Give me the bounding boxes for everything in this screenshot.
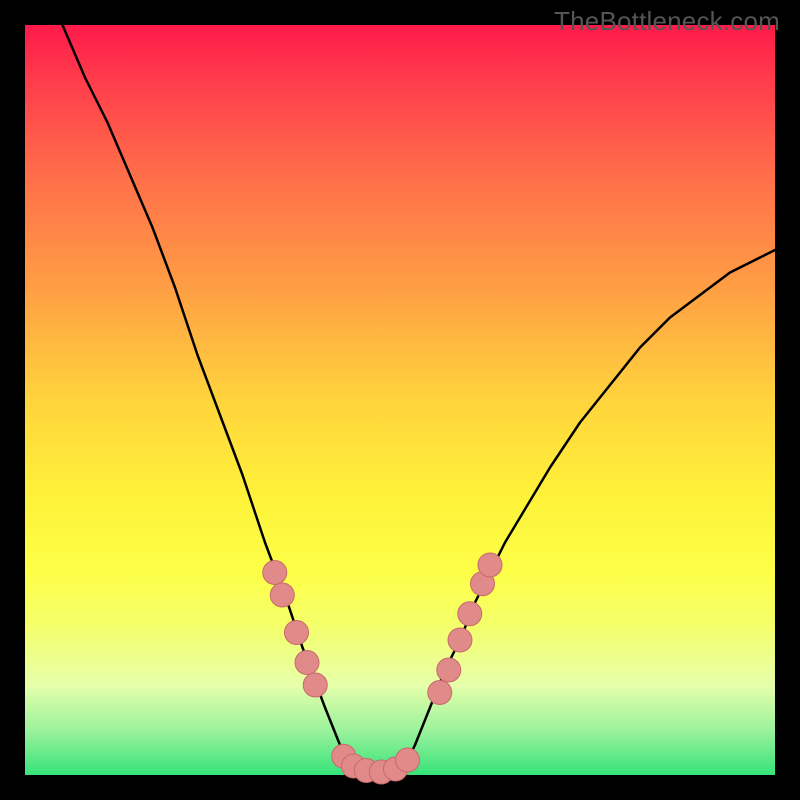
chart-svg [25, 25, 775, 775]
series-right_curve [400, 250, 775, 775]
data-marker [263, 561, 287, 585]
chart-area [25, 25, 775, 775]
data-marker [478, 553, 502, 577]
watermark-text: TheBottleneck.com [554, 6, 780, 37]
data-marker [428, 681, 452, 705]
data-marker [448, 628, 472, 652]
data-marker [303, 673, 327, 697]
outer-frame: TheBottleneck.com [0, 0, 800, 800]
data-marker [437, 658, 461, 682]
curve-layer [63, 25, 776, 775]
data-marker [270, 583, 294, 607]
data-marker [458, 602, 482, 626]
data-marker [396, 748, 420, 772]
data-marker [285, 621, 309, 645]
marker-layer [263, 553, 502, 784]
data-marker [295, 651, 319, 675]
